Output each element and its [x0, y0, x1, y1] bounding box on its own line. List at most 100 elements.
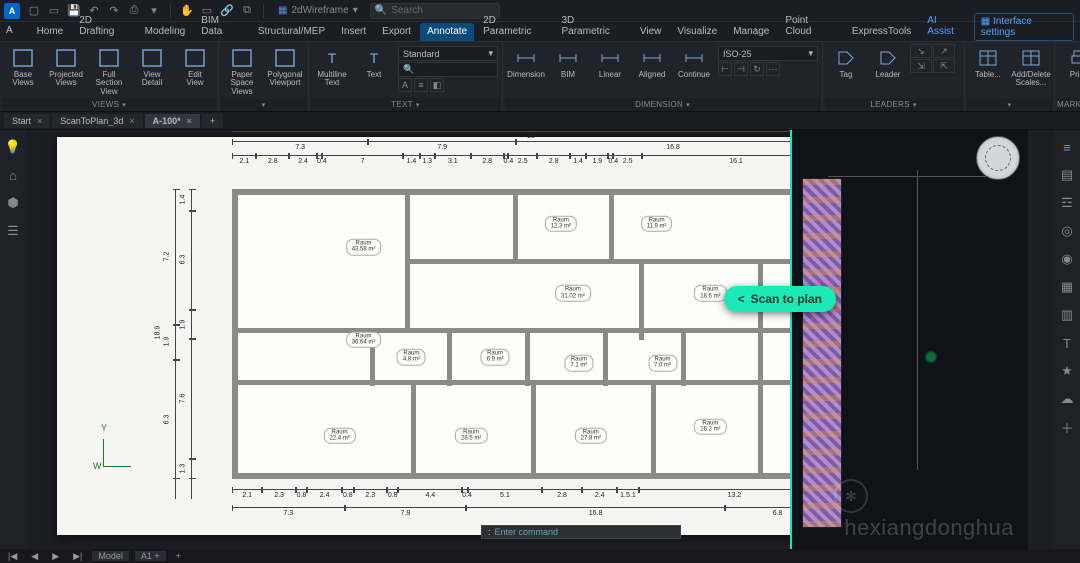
dim-style-select[interactable]: ISO-25▾ [718, 46, 818, 61]
layout-tab[interactable]: A1 + [135, 551, 166, 561]
menu-item-export[interactable]: Export [375, 23, 418, 41]
edit-view-button[interactable]: EditView [174, 44, 216, 90]
menu-item-bim-data[interactable]: BIM Data [194, 12, 249, 41]
command-line[interactable]: : Enter command [481, 525, 681, 539]
new-doc-button[interactable]: + [202, 114, 223, 128]
menu-item-ai-assist[interactable]: AI Assist [920, 12, 971, 41]
leader-style3-icon[interactable]: ⇲ [910, 59, 932, 73]
expand-icon[interactable]: ▾ [1008, 101, 1012, 109]
full-section-view-button[interactable]: Full SectionView [88, 44, 130, 98]
close-icon[interactable]: × [129, 116, 134, 126]
text-button[interactable]: TText [353, 44, 395, 90]
open-icon[interactable]: ▭ [46, 3, 62, 19]
lightbulb-icon[interactable]: 💡 [4, 138, 22, 156]
text-find-input[interactable]: 🔍 [398, 62, 498, 77]
table-button[interactable]: Table... [967, 44, 1009, 81]
more-icon[interactable]: ▾ [146, 3, 162, 19]
dimension-button[interactable]: Dimension [505, 44, 547, 81]
bim-button[interactable]: BIM [547, 44, 589, 81]
multiline-text-button[interactable]: TMultilineText [311, 44, 353, 90]
menu-item-visualize[interactable]: Visualize [670, 23, 724, 41]
sliders-icon[interactable]: ≡ [1058, 138, 1076, 156]
menu-item-2d-drafting[interactable]: 2D Drafting [72, 12, 135, 41]
search-placeholder: Search [391, 5, 423, 16]
viewport-3d-scan[interactable] [790, 130, 1028, 549]
menu-item-insert[interactable]: Insert [334, 23, 373, 41]
linear-button[interactable]: Linear [589, 44, 631, 81]
model-tab[interactable]: Model [92, 551, 129, 561]
menu-item-expresstools[interactable]: ExpressTools [845, 23, 918, 41]
expand-icon[interactable]: ▾ [416, 101, 420, 109]
star-icon[interactable]: ★ [1058, 362, 1076, 380]
nav-last-button[interactable]: ▶| [69, 551, 86, 562]
target-icon[interactable]: ◉ [1058, 250, 1076, 268]
plus-icon[interactable]: ＋ [1058, 418, 1076, 436]
view-cube[interactable] [976, 136, 1020, 180]
workspace-badge[interactable]: ▦ 2dWireframe ▾ [272, 4, 364, 17]
menu-item-modeling[interactable]: Modeling [138, 23, 193, 41]
grid-icon[interactable]: ▦ [1058, 278, 1076, 296]
layers2-icon[interactable]: ☲ [1058, 194, 1076, 212]
text-height-icon[interactable]: A [398, 78, 412, 92]
nav-first-button[interactable]: |◀ [4, 551, 21, 562]
add-delete-scales-button[interactable]: Add/DeleteScales... [1010, 44, 1052, 90]
menu-item-manage[interactable]: Manage [726, 23, 776, 41]
add-layout-button[interactable]: + [172, 551, 185, 561]
menu-item-home[interactable]: Home [30, 23, 71, 41]
nav-next-button[interactable]: ▶ [48, 551, 63, 562]
leader-style4-icon[interactable]: ⇱ [933, 59, 955, 73]
menu-item-3d-parametric[interactable]: 3D Parametric [554, 12, 630, 41]
menu-item-annotate[interactable]: Annotate [420, 23, 474, 41]
leader-style2-icon[interactable]: ↗ [933, 44, 955, 58]
continue-button[interactable]: Continue [673, 44, 715, 81]
leader-button[interactable]: Leader [867, 44, 909, 81]
tag-button[interactable]: Tag [825, 44, 867, 81]
text-style-select[interactable]: Standard▾ [398, 46, 498, 61]
menu-item-structural-mep[interactable]: Structural/MEP [251, 23, 332, 41]
app-menu-icon[interactable]: A [6, 25, 24, 41]
print-button[interactable]: Print [1057, 44, 1080, 81]
text-icon[interactable]: T [1058, 334, 1076, 352]
base-views-button[interactable]: BaseViews [2, 44, 44, 90]
doc-tab[interactable]: ScanToPlan_3d× [52, 114, 142, 128]
dim-break-icon[interactable]: ⊢ [718, 62, 732, 76]
expand-icon[interactable]: ▾ [122, 101, 126, 109]
nav-prev-button[interactable]: ◀ [27, 551, 42, 562]
projected-views-button[interactable]: ProjectedViews [45, 44, 87, 90]
group-label: MARKUP [1057, 100, 1080, 109]
close-icon[interactable]: × [187, 116, 192, 126]
menu-item-2d-parametric[interactable]: 2D Parametric [476, 12, 552, 41]
expand-icon[interactable]: ▾ [686, 101, 690, 109]
new-icon[interactable]: ▢ [26, 3, 42, 19]
balloon-icon[interactable]: ◎ [1058, 222, 1076, 240]
doc-tab[interactable]: A-100*× [145, 114, 200, 128]
palette-icon[interactable]: ▤ [1058, 166, 1076, 184]
view-detail-button[interactable]: ViewDetail [131, 44, 173, 90]
dim-space-icon[interactable]: ⊣ [734, 62, 748, 76]
doc-tab[interactable]: Start× [4, 114, 50, 128]
app-icon[interactable]: A [4, 3, 20, 19]
layers-icon[interactable]: ☰ [4, 222, 22, 240]
viewport-2d[interactable]: 7.37.916.8 2.12.82.40.471.41.33.12.80.42… [26, 130, 1054, 549]
expand-icon[interactable]: ▾ [913, 101, 917, 109]
linear-icon [597, 46, 623, 70]
cloud-icon[interactable]: ☁ [1058, 390, 1076, 408]
menu-item-point-cloud[interactable]: Point Cloud [778, 12, 842, 41]
expand-icon[interactable]: ▾ [262, 101, 266, 109]
close-icon[interactable]: × [37, 116, 42, 126]
scan-to-plan-button[interactable]: < Scan to plan [724, 286, 836, 312]
hand-icon[interactable]: ✋ [179, 3, 195, 19]
dim-ovr-icon[interactable]: ⋯ [766, 62, 780, 76]
paper-space-views-button[interactable]: Paper SpaceViews [221, 44, 263, 98]
aligned-button[interactable]: Aligned [631, 44, 673, 81]
blocks-icon[interactable]: ▥ [1058, 306, 1076, 324]
interface-settings-button[interactable]: ▦ Interface settings [974, 13, 1074, 41]
leader-style1-icon[interactable]: ↘ [910, 44, 932, 58]
menu-item-view[interactable]: View [633, 23, 669, 41]
home-icon[interactable]: ⌂ [4, 166, 22, 184]
dim-update-icon[interactable]: ↻ [750, 62, 764, 76]
text-justify-icon[interactable]: ≡ [414, 78, 428, 92]
text-color-icon[interactable]: ◧ [430, 78, 444, 92]
cube-icon[interactable]: ⬢ [4, 194, 22, 212]
polygonal-viewport-button[interactable]: PolygonalViewport [264, 44, 306, 90]
